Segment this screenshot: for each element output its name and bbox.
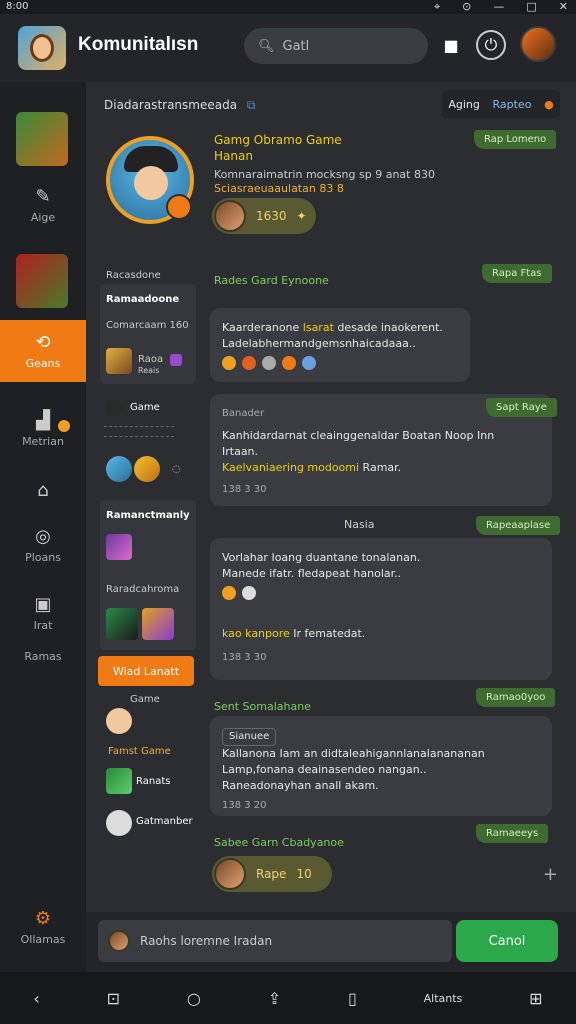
tag-badge: Ramao0yoo <box>476 688 556 707</box>
sidebar-item-ramas[interactable]: Ramas <box>0 650 86 663</box>
search-input[interactable]: 🔍︎ Gatl <box>244 28 428 64</box>
game-thumbnail <box>106 768 132 794</box>
game-thumbnail[interactable] <box>16 254 68 308</box>
sidebar-item-home[interactable]: ⌂ <box>0 480 86 505</box>
tag-badge: Ramaeeys <box>476 824 549 843</box>
reply-chip: Sianuee <box>222 728 277 746</box>
game-thumbnail <box>106 348 132 374</box>
avatar <box>106 810 132 836</box>
sidebar-item-geans[interactable]: ⟲ Geans <box>0 320 86 382</box>
back-icon[interactable]: ‹ <box>33 989 39 1008</box>
message-bubble[interactable]: Sianuee Kallanona Iam an didtaleahigannl… <box>210 716 552 816</box>
list-card[interactable]: Game ◌ <box>100 392 196 492</box>
tag-badge: Sapt Raye <box>486 398 557 417</box>
minimize-icon[interactable]: — <box>493 0 504 14</box>
sidebar-item-ploans[interactable]: ◎ Ploans <box>0 526 86 564</box>
stop-icon[interactable]: ■ <box>436 30 466 60</box>
clock: 8:00 <box>6 1 29 12</box>
game-thumbnail <box>106 534 132 560</box>
sidebar-item-irat[interactable]: ▣ Irat <box>0 594 86 632</box>
list-card[interactable]: Ramaadoone Comarcaam 160 Raoa Reais <box>100 284 196 384</box>
app-avatar[interactable] <box>18 26 66 70</box>
tag-badge: Rapa Ftas <box>482 264 552 283</box>
feed-heading: Sent Somalahane <box>214 700 311 713</box>
sidebar-item-aige[interactable]: ✎ Aige <box>0 186 86 224</box>
game-thumbnail[interactable] <box>16 112 68 166</box>
avatar <box>134 456 160 482</box>
notification-icon: ⊙ <box>462 0 472 13</box>
controller-icon[interactable]: ⊞ <box>529 989 542 1008</box>
panel-title: Diadarastransmeeada ⧉ <box>104 98 256 112</box>
screenshot-icon[interactable]: ⊡ <box>107 989 120 1008</box>
refresh-icon: ⟲ <box>35 332 51 353</box>
search-placeholder: Gatl <box>282 38 310 54</box>
active-list-button[interactable]: Wiad Lanatt <box>98 656 194 686</box>
settings-icon[interactable]: ⚙ Ollamas <box>0 908 86 946</box>
user-avatar[interactable] <box>520 26 556 62</box>
game-thumbnail <box>142 608 174 640</box>
system-nav-bar: ‹ ⊡ ○ ⇪ ▯ Altants ⊞ <box>0 972 576 1024</box>
avatar <box>108 930 130 952</box>
avatar <box>106 456 132 482</box>
game-thumbnail <box>106 608 138 640</box>
sidebar: ✎ Aige ⟲ Geans ▟ Metrian ⌂ ◎ Ploans ▣ Ir… <box>0 82 86 972</box>
image-icon: ▣ <box>34 594 52 615</box>
tag-badge: Rap Lomeno <box>474 130 557 149</box>
share-icon[interactable]: ⇪ <box>268 989 281 1008</box>
send-button[interactable]: Canol <box>456 920 558 962</box>
top-bar: Komunitalısn 🔍︎ Gatl ■ ⏻ <box>0 14 576 82</box>
star-icon: ✦ <box>296 209 307 223</box>
location-icon: ⌖ <box>433 0 441 13</box>
notification-dot <box>58 420 70 432</box>
message-bubble[interactable]: Kaarderanone lsarat desade inaokerent. L… <box>210 308 470 382</box>
home-icon: ⌂ <box>37 480 49 501</box>
home-icon[interactable]: ○ <box>187 989 201 1008</box>
controller-icon: ✎ <box>35 186 51 207</box>
message-bubble[interactable]: Vorlahar Ioang duantane tonalanan. Maned… <box>210 538 552 680</box>
chart-icon: ▟ <box>36 410 50 431</box>
app-title: Komunitalısn <box>78 34 199 55</box>
profile-pill[interactable]: 1630 ✦ <box>212 198 316 234</box>
feed-heading: Sabee Garn Cbadyanoe <box>214 836 344 849</box>
avatar <box>106 708 132 734</box>
profile-description: Komnaraimatrin mocksng sp 9 anat 830 Sci… <box>214 168 435 195</box>
nav-label[interactable]: Altants <box>424 992 463 1005</box>
gem-icon <box>170 354 182 366</box>
composer: Raohs loremne Iradan Canol <box>86 912 576 972</box>
emoji-row <box>222 586 540 600</box>
language-selector[interactable]: Aging Rapteo ● <box>442 90 560 118</box>
add-icon[interactable]: + <box>543 864 558 885</box>
badge-icon <box>166 194 192 220</box>
main-panel: Diadarastransmeeada ⧉ Aging Rapteo ● Gam… <box>86 82 576 912</box>
link-icon: ⧉ <box>246 98 256 112</box>
flag-icon: ● <box>544 97 554 111</box>
list-heading: Racasdone <box>106 270 161 281</box>
recent-card[interactable]: Ramanctmanly Raradcahroma <box>100 500 196 650</box>
emoji-row <box>222 356 458 370</box>
avatar <box>214 200 246 232</box>
sidebar-item-metrian[interactable]: ▟ Metrian <box>0 410 86 448</box>
maximize-icon[interactable]: □ <box>526 0 536 14</box>
close-icon[interactable]: ✕ <box>559 0 568 14</box>
avatar <box>106 400 122 416</box>
globe-icon: ◎ <box>35 526 51 547</box>
feed-heading: Rades Gard Eynoone <box>214 274 329 287</box>
profile-name: Gamg Obramo Game Hanan <box>214 133 342 163</box>
reaction-pill[interactable]: Rape 10 <box>212 856 332 892</box>
date-divider: Nasia <box>344 518 375 531</box>
avatar <box>214 858 246 890</box>
tag-badge: Rapeaaplase <box>476 516 561 535</box>
message-input[interactable]: Raohs loremne Iradan <box>98 920 452 962</box>
search-icon: 🔍︎ <box>258 38 275 54</box>
chat-icon: ◌ <box>172 464 181 475</box>
recent-apps-icon[interactable]: ▯ <box>348 989 357 1008</box>
status-bar: 8:00 ⌖ ⊙ — □ ✕ <box>0 0 576 14</box>
power-icon[interactable]: ⏻ <box>476 30 506 60</box>
